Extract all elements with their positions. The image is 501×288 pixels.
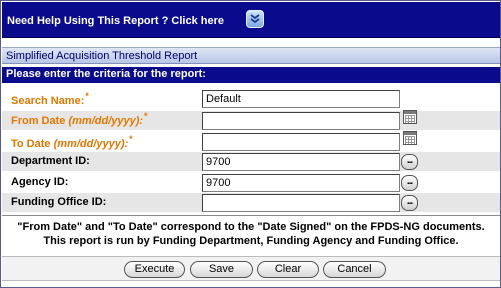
department-id-row: Department ID: ... [2,152,500,171]
to-date-input[interactable] [202,133,400,151]
cancel-button[interactable]: Cancel [323,261,386,278]
from-date-row: From Date (mm/dd/yyyy):* [2,110,500,130]
department-id-label: Department ID: [11,155,90,167]
note-line-1: "From Date" and "To Date" correspond to … [17,221,485,233]
button-bar: Execute Save Clear Cancel [2,256,500,281]
execute-button[interactable]: Execute [124,261,185,278]
agency-id-row: Agency ID: ... [2,173,500,192]
report-note: "From Date" and "To Date" correspond to … [2,215,500,251]
required-mark: * [144,111,148,121]
funding-office-id-row: Funding Office ID: ... [2,193,500,212]
search-name-row: Search Name:* [2,89,500,108]
agency-id-input[interactable] [202,174,400,192]
clear-button[interactable]: Clear [257,261,319,278]
agency-id-label: Agency ID: [11,176,69,188]
chevron-down-circle-icon[interactable] [246,10,264,28]
report-title: Simplified Acquisition Threshold Report [6,50,198,62]
funding-office-id-label: Funding Office ID: [11,196,107,208]
required-mark: * [129,134,133,144]
from-date-input[interactable] [202,112,400,130]
help-bar: Need Help Using This Report ? Click here [2,2,500,38]
department-id-input[interactable] [202,153,400,171]
help-link[interactable]: Need Help Using This Report ? Click here [7,15,224,27]
funding-office-lookup-button[interactable]: ... [401,195,418,211]
funding-office-id-input[interactable] [202,194,400,212]
from-date-label: From Date (mm/dd/yyyy):* [11,111,148,127]
calendar-icon[interactable] [403,110,417,124]
calendar-icon[interactable] [403,131,417,145]
search-name-input[interactable] [202,90,400,108]
save-button[interactable]: Save [190,261,253,278]
report-panel: Need Help Using This Report ? Click here… [0,0,501,288]
note-line-2: This report is run by Funding Department… [43,235,459,247]
report-title-bar: Simplified Acquisition Threshold Report [2,47,500,64]
to-date-label: To Date (mm/dd/yyyy):* [11,134,133,150]
search-name-label: Search Name:* [11,91,89,107]
to-date-row: To Date (mm/dd/yyyy):* [2,131,500,151]
agency-lookup-button[interactable]: ... [401,175,418,191]
instruction-text: Please enter the criteria for the report… [6,68,206,80]
instruction-bar: Please enter the criteria for the report… [2,67,500,83]
required-mark: * [85,91,89,101]
department-lookup-button[interactable]: ... [401,154,418,170]
